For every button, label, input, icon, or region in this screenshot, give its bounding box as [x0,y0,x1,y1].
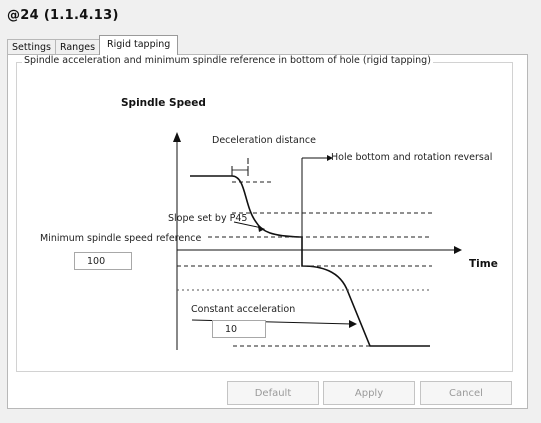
label-deceleration-distance: Deceleration distance [212,135,316,146]
label-hole-bottom: Hole bottom and rotation reversal [331,152,493,163]
y-axis-label: Spindle Speed [121,97,206,109]
constant-acceleration-input[interactable] [212,320,266,338]
label-min-speed-ref: Minimum spindle speed reference [40,233,202,244]
label-constant-acceleration: Constant acceleration [191,304,296,315]
x-axis-arrowhead [454,246,462,254]
cancel-button[interactable]: Cancel [420,381,512,405]
apply-button[interactable]: Apply [323,381,415,405]
min-speed-ref-input[interactable] [74,252,132,270]
x-axis-label: Time [469,258,498,270]
spindle-speed-diagram [173,132,462,350]
default-button[interactable]: Default [227,381,319,405]
y-axis-arrowhead [173,132,181,142]
label-slope: Slope set by P45 [168,213,248,224]
tab-rigid-tapping[interactable]: Rigid tapping [99,35,179,55]
